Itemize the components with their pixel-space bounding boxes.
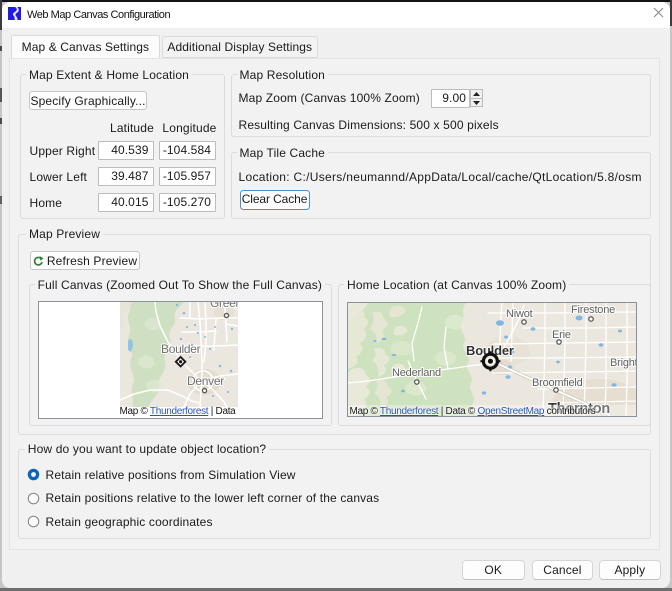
svg-text:Greeley: Greeley [210,302,238,310]
svg-text:Brighton: Brighton [610,357,636,369]
svg-text:Nederland: Nederland [392,367,441,379]
svg-text:Firestone: Firestone [571,304,615,316]
svg-text:Erie: Erie [552,329,571,341]
svg-text:Niwot: Niwot [506,308,533,320]
svg-text:Denver: Denver [187,374,224,388]
svg-text:Broomfield: Broomfield [532,377,583,389]
svg-text:Boulder: Boulder [161,342,201,356]
